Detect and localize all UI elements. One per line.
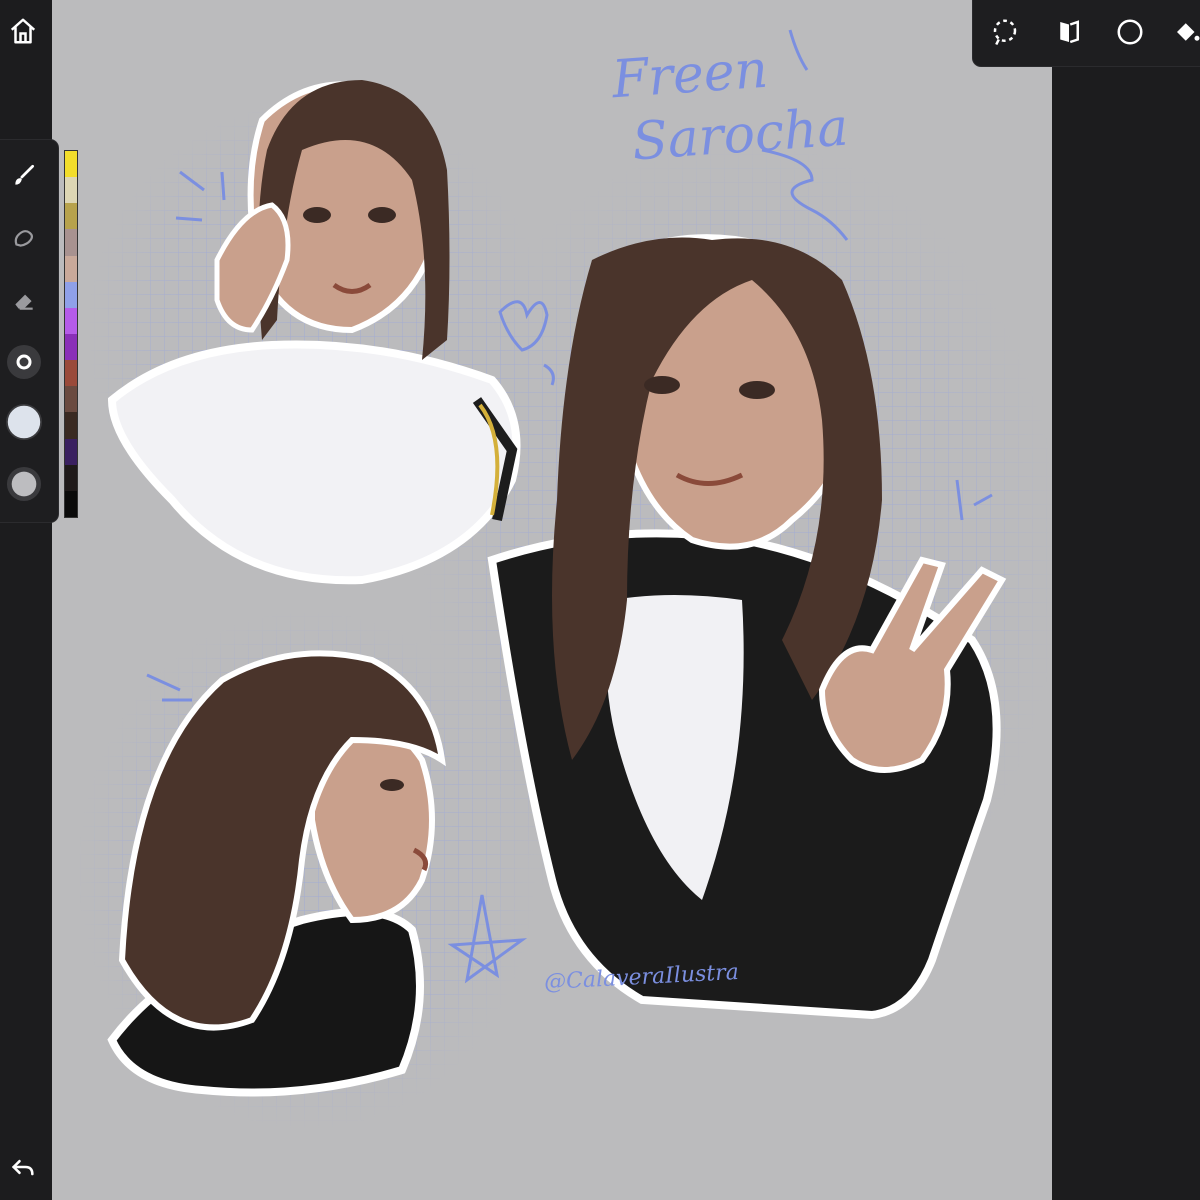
transform-icon	[1060, 20, 1079, 44]
color-swatch[interactable]	[65, 333, 77, 361]
circle-shape-icon	[1117, 19, 1143, 45]
artwork-illustration	[52, 29, 1052, 1140]
home-icon	[10, 18, 36, 44]
color-swatch[interactable]	[65, 490, 77, 517]
smudge-icon	[14, 230, 33, 247]
artwork-title-line-1: Freen	[610, 39, 770, 111]
eraser-icon	[15, 294, 33, 310]
fill-bucket-icon	[1177, 23, 1200, 41]
color-swatch[interactable]	[65, 203, 77, 230]
color-swatch[interactable]	[65, 412, 77, 439]
color-swatch[interactable]	[65, 229, 77, 256]
undo-button[interactable]	[6, 1150, 40, 1184]
shape-tool-button[interactable]	[1112, 14, 1148, 50]
brush-size-icon	[7, 345, 41, 379]
eraser-tool-button[interactable]	[6, 282, 42, 318]
color-swatch[interactable]	[65, 464, 77, 491]
transform-tool-button[interactable]	[1051, 14, 1087, 50]
color-swatch[interactable]	[65, 360, 77, 387]
color-swatch[interactable]	[65, 177, 77, 204]
opacity-slider[interactable]	[6, 466, 42, 502]
tool-panel	[0, 140, 58, 522]
brush-icon	[15, 164, 35, 185]
color-swatch[interactable]	[65, 151, 77, 178]
color-circle-icon	[6, 404, 42, 440]
color-swatch[interactable]	[65, 255, 77, 282]
color-swatch[interactable]	[65, 438, 77, 465]
opacity-icon	[6, 466, 42, 502]
color-swatch-strip[interactable]	[64, 150, 78, 518]
top-toolbar	[973, 0, 1200, 66]
brush-tool-button[interactable]	[6, 158, 42, 194]
right-sidebar	[1052, 0, 1200, 1200]
undo-icon	[11, 1159, 34, 1176]
fill-tool-button[interactable]	[1169, 14, 1200, 50]
brush-size-slider[interactable]	[6, 344, 42, 380]
selection-tool-button[interactable]	[987, 14, 1023, 50]
color-picker-button[interactable]	[6, 404, 42, 440]
selection-lasso-icon	[993, 19, 1017, 46]
smudge-tool-button[interactable]	[6, 220, 42, 256]
color-swatch[interactable]	[65, 307, 77, 334]
color-swatch[interactable]	[65, 281, 77, 308]
color-swatch[interactable]	[65, 386, 77, 413]
home-button[interactable]	[6, 14, 40, 48]
drawing-canvas[interactable]: Freen Sarocha @CalaveraIlustra	[52, 0, 1052, 1200]
